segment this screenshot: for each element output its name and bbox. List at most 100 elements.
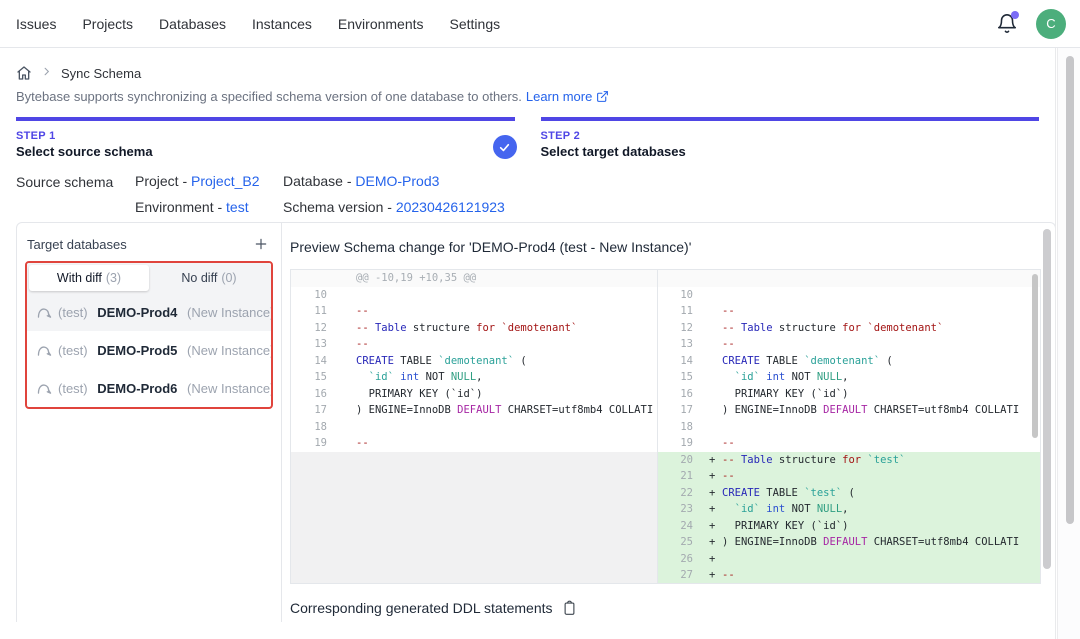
token: PRIMARY KEY (`id`) xyxy=(722,518,848,535)
line-number: 15 xyxy=(658,369,703,386)
page-scrollbar[interactable] xyxy=(1057,48,1080,639)
line-content xyxy=(337,287,657,304)
diff-filter-tabs: With diff(3)No diff(0) xyxy=(27,263,271,293)
token: `id` xyxy=(735,501,760,518)
token: `id` xyxy=(369,369,394,386)
home-icon[interactable] xyxy=(16,65,32,81)
step-1-title: Select source schema xyxy=(16,144,515,159)
learn-more-link[interactable]: Learn more xyxy=(526,89,592,104)
page-body: Sync Schema Bytebase supports synchroniz… xyxy=(0,48,1080,639)
field-label: Environment - xyxy=(135,199,226,215)
nav-item-settings[interactable]: Settings xyxy=(450,16,501,32)
token: -- xyxy=(722,452,741,469)
database-instance-suffix: (New Instance) xyxy=(183,305,271,320)
editor-scrollbar-thumb[interactable] xyxy=(1032,274,1038,438)
token: Table xyxy=(741,452,773,469)
diff-hunk-header-row xyxy=(658,270,1040,287)
token: CREATE xyxy=(356,353,394,370)
source-schema-section: Source schema Project - Project_B2Databa… xyxy=(0,173,1055,215)
diff-prefix xyxy=(709,336,722,353)
target-database-item-demo-prod6[interactable]: (test) DEMO-Prod6 (New Instance) xyxy=(27,369,271,407)
database-name: DEMO-Prod5 xyxy=(94,343,178,358)
database-instance-suffix: (New Instance) xyxy=(183,381,271,396)
step-1-label: STEP 1 xyxy=(16,130,515,142)
diff-prefix xyxy=(709,287,722,304)
field-value-link-environment[interactable]: test xyxy=(226,199,249,215)
token: `id` xyxy=(735,369,760,386)
line-content: PRIMARY KEY (`id`) xyxy=(337,386,657,403)
page-scrollbar-thumb[interactable] xyxy=(1066,56,1074,524)
diff-prefix xyxy=(709,353,722,370)
source-field-database: Database - DEMO-Prod3 xyxy=(283,173,505,189)
nav-item-issues[interactable]: Issues xyxy=(16,16,56,32)
code-line-15: 15 `id` int NOT NULL, xyxy=(658,369,1040,386)
token: int xyxy=(400,369,419,386)
tab-count: (3) xyxy=(106,271,121,285)
token: -- xyxy=(722,320,741,337)
code-line-21: 21+-- xyxy=(658,468,1040,485)
token: ( xyxy=(880,353,893,370)
notification-dot xyxy=(1011,11,1019,19)
line-number: 17 xyxy=(291,402,337,419)
diff-pane-modified: 1011--12-- Table structure for `demotena… xyxy=(657,270,1040,583)
code-line-20: 20+-- Table structure for `test` xyxy=(658,452,1040,469)
breadcrumb: Sync Schema xyxy=(0,48,1055,82)
line-number: 10 xyxy=(658,287,703,304)
diff-prefix: + xyxy=(709,501,722,518)
step-2-label: STEP 2 xyxy=(541,130,1040,142)
tab-count: (0) xyxy=(221,271,236,285)
token: ( xyxy=(842,485,855,502)
preview-title: Preview Schema change for 'DEMO-Prod4 (t… xyxy=(290,237,1055,257)
diff-prefix xyxy=(709,419,722,436)
notifications-button[interactable] xyxy=(996,13,1018,35)
line-content: -- xyxy=(337,303,657,320)
token: int xyxy=(766,501,785,518)
field-value-link-project[interactable]: Project_B2 xyxy=(191,173,259,189)
token: `test` xyxy=(804,485,842,502)
top-nav: Issues Projects Databases Instances Environm… xyxy=(0,0,1080,48)
diff-prefix: + xyxy=(709,468,722,485)
add-target-database-button[interactable] xyxy=(253,236,269,252)
ddl-statements-label: Corresponding generated DDL statements xyxy=(290,600,553,616)
line-content: -- xyxy=(703,336,1040,353)
field-value-link-schema-version[interactable]: 20230426121923 xyxy=(396,199,505,215)
line-number: 23 xyxy=(658,501,703,518)
token: Table xyxy=(741,320,773,337)
nav-item-projects[interactable]: Projects xyxy=(82,16,133,32)
diff-prefix: + xyxy=(709,534,722,551)
preview-scrollbar-thumb[interactable] xyxy=(1043,229,1051,569)
token: NULL xyxy=(817,501,842,518)
nav-item-instances[interactable]: Instances xyxy=(252,16,312,32)
diff-prefix xyxy=(709,320,722,337)
line-content xyxy=(337,419,657,436)
token: for xyxy=(842,320,861,337)
external-link-icon[interactable] xyxy=(596,90,609,103)
field-value-link-database[interactable]: DEMO-Prod3 xyxy=(355,173,439,189)
copy-ddl-button[interactable] xyxy=(562,600,577,616)
token xyxy=(356,369,369,386)
token: NULL xyxy=(451,369,476,386)
diff-pane-original: @@ -10,19 +10,35 @@1011--12-- Table stru… xyxy=(291,270,657,583)
target-database-item-demo-prod4[interactable]: (test) DEMO-Prod4 (New Instance) xyxy=(27,293,271,331)
token: ) ENGINE=InnoDB xyxy=(356,402,457,419)
line-content: -- xyxy=(703,435,1040,452)
line-content: +-- xyxy=(703,468,1040,485)
nav-item-databases[interactable]: Databases xyxy=(159,16,226,32)
line-number: 27 xyxy=(658,567,703,583)
nav-item-environments[interactable]: Environments xyxy=(338,16,424,32)
line-content: PRIMARY KEY (`id`) xyxy=(703,386,1040,403)
target-database-item-demo-prod5[interactable]: (test) DEMO-Prod5 (New Instance) xyxy=(27,331,271,369)
line-number: 17 xyxy=(658,402,703,419)
token xyxy=(722,501,735,518)
tab-no-diff[interactable]: No diff(0) xyxy=(149,265,269,291)
token xyxy=(722,369,735,386)
step-2-title: Select target databases xyxy=(541,144,1040,159)
tab-with-diff[interactable]: With diff(3) xyxy=(29,265,149,291)
database-environment: (test) xyxy=(58,305,88,320)
step-1: STEP 1 Select source schema xyxy=(16,117,515,159)
user-avatar[interactable]: C xyxy=(1036,9,1066,39)
token: for xyxy=(476,320,495,337)
token: Table xyxy=(375,320,407,337)
line-content xyxy=(703,287,1040,304)
schema-diff-editor[interactable]: @@ -10,19 +10,35 @@1011--12-- Table stru… xyxy=(290,269,1041,584)
